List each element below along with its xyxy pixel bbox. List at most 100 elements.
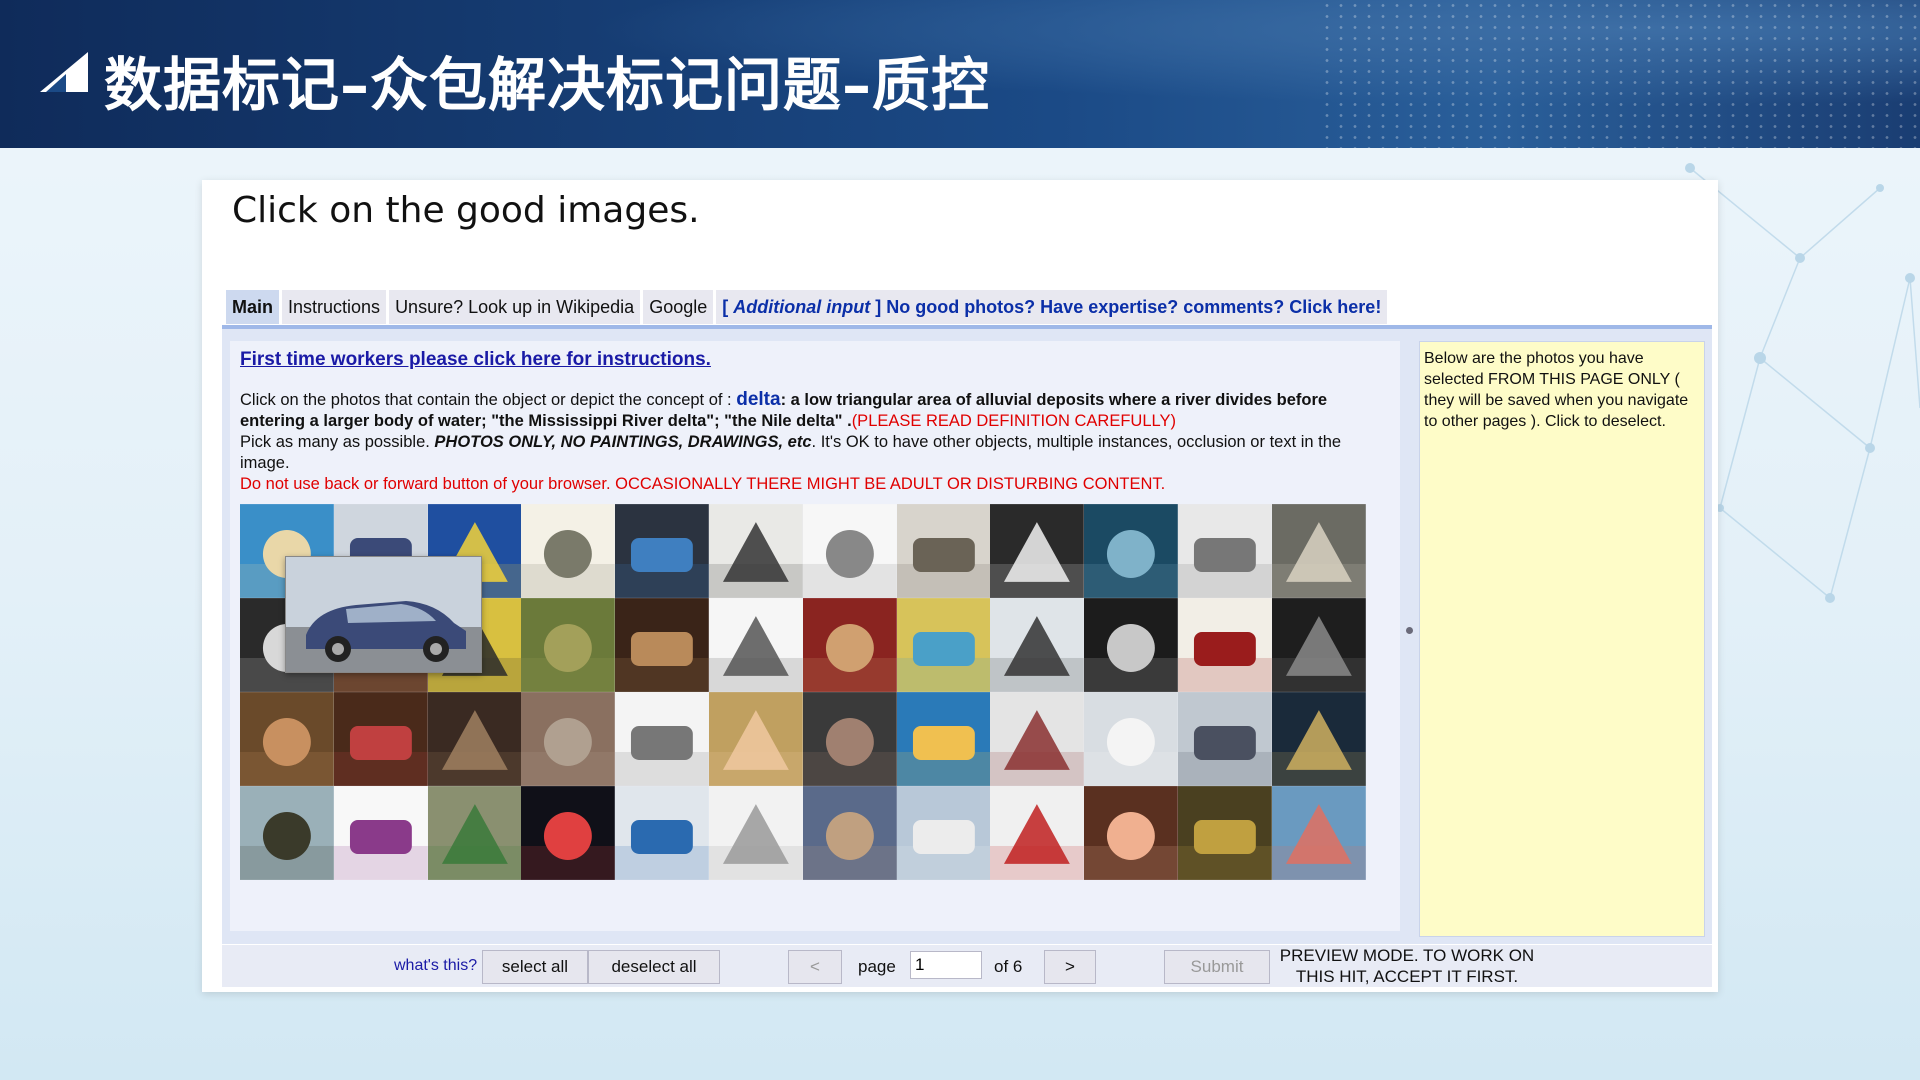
part-drawing-thumbnail[interactable] bbox=[708, 598, 803, 692]
flamingos-icon bbox=[1271, 786, 1366, 880]
banner-dot-pattern bbox=[1320, 0, 1920, 148]
rocket-nozzle-thumbnail[interactable] bbox=[802, 598, 897, 692]
page-number-input[interactable] bbox=[910, 951, 982, 979]
deselect-all-button[interactable]: deselect all bbox=[588, 950, 720, 984]
hendrix-thumbnail[interactable] bbox=[1271, 692, 1366, 786]
portrait-thumbnail[interactable] bbox=[1084, 786, 1178, 880]
factory-thumbnail[interactable] bbox=[1177, 692, 1272, 786]
selected-photos-note: Below are the photos you have selected F… bbox=[1424, 350, 1689, 430]
triangle-diagram-thumbnail[interactable] bbox=[521, 786, 616, 880]
map-icon bbox=[896, 598, 991, 692]
boat-thumbnail[interactable] bbox=[240, 786, 334, 880]
bw-photo-thumbnail[interactable] bbox=[1271, 598, 1366, 692]
sofa-thumbnail[interactable] bbox=[990, 786, 1085, 880]
engine-thumbnail[interactable] bbox=[615, 504, 709, 598]
main-panel: First time workers please click here for… bbox=[222, 325, 1712, 944]
white-car-icon bbox=[990, 504, 1085, 598]
room-icon bbox=[240, 692, 334, 786]
task-area: First time workers please click here for… bbox=[230, 341, 1400, 931]
shoes-thumbnail[interactable] bbox=[990, 598, 1085, 692]
rock-bar-thumbnail[interactable] bbox=[427, 692, 522, 786]
cutaway-thumbnail[interactable] bbox=[896, 504, 991, 598]
bw-photo-icon bbox=[1271, 598, 1366, 692]
vintage-car-thumbnail[interactable] bbox=[1084, 692, 1178, 786]
boat-icon bbox=[240, 786, 334, 880]
slide-title: 数据标记–众包解决标记问题–质控 bbox=[104, 51, 991, 119]
map-thumbnail[interactable] bbox=[896, 598, 991, 692]
part-drawing-icon bbox=[708, 598, 803, 692]
car-silver-thumbnail[interactable] bbox=[708, 786, 803, 880]
concept-word: delta bbox=[736, 389, 781, 410]
rocket-nozzle-icon bbox=[802, 598, 897, 692]
page-headline: Click on the good images. bbox=[232, 190, 700, 231]
dancer-thumbnail[interactable] bbox=[1177, 598, 1272, 692]
fields-thumbnail[interactable] bbox=[1177, 786, 1272, 880]
line-chart-thumbnail[interactable] bbox=[333, 786, 428, 880]
reeds-thumbnail[interactable] bbox=[521, 598, 616, 692]
restaurant-thumbnail[interactable] bbox=[615, 598, 709, 692]
cutaway-icon bbox=[896, 504, 991, 598]
whats-this-link[interactable]: what's this? bbox=[394, 957, 477, 975]
vintage-car-icon bbox=[1084, 692, 1178, 786]
cat-thumbnail[interactable] bbox=[1271, 504, 1366, 598]
select-all-button[interactable]: select all bbox=[482, 950, 588, 984]
triangle-diagram-icon bbox=[521, 786, 616, 880]
miami-poster-thumbnail[interactable] bbox=[896, 692, 991, 786]
aerial-delta-thumbnail[interactable] bbox=[521, 692, 616, 786]
tab-instructions[interactable]: Instructions bbox=[282, 290, 387, 324]
tab-main[interactable]: Main bbox=[226, 290, 280, 324]
diagram-icon bbox=[802, 504, 897, 598]
models-thumbnail[interactable] bbox=[990, 692, 1085, 786]
room-thumbnail[interactable] bbox=[240, 692, 334, 786]
resize-handle[interactable] bbox=[1406, 627, 1413, 634]
delta-aerial-thumbnail[interactable] bbox=[802, 786, 897, 880]
footer-bar: what's this? select all deselect all < p… bbox=[222, 945, 1712, 987]
machine-thumbnail[interactable] bbox=[427, 786, 522, 880]
airplane-tail-thumbnail[interactable] bbox=[615, 786, 709, 880]
bar-sign-thumbnail[interactable] bbox=[333, 692, 428, 786]
restaurant-icon bbox=[615, 598, 709, 692]
browser-warning: Do not use back or forward button of you… bbox=[240, 475, 1166, 493]
river-satellite-thumbnail[interactable] bbox=[1084, 504, 1178, 598]
prev-page-button[interactable]: < bbox=[788, 950, 842, 984]
building-thumbnail[interactable] bbox=[802, 692, 897, 786]
map-sketch-icon bbox=[521, 504, 616, 598]
tab-wikipedia[interactable]: Unsure? Look up in Wikipedia bbox=[389, 290, 641, 324]
woman-icon bbox=[708, 692, 803, 786]
additional-input-rest: ] No good photos? Have expertise? commen… bbox=[870, 296, 1382, 317]
manual-icon bbox=[615, 692, 709, 786]
hook-thumbnail[interactable] bbox=[1177, 504, 1272, 598]
map-sketch-thumbnail[interactable] bbox=[521, 504, 616, 598]
machine-icon bbox=[427, 786, 522, 880]
white-car-thumbnail[interactable] bbox=[990, 504, 1085, 598]
fields-icon bbox=[1177, 786, 1272, 880]
hook-icon bbox=[1177, 504, 1272, 598]
woman-thumbnail[interactable] bbox=[708, 692, 803, 786]
next-page-button[interactable]: > bbox=[1044, 950, 1096, 984]
photos-only-note: PHOTOS ONLY, NO PAINTINGS, DRAWINGS, etc bbox=[434, 433, 812, 451]
car-silver-icon bbox=[708, 786, 803, 880]
airplane-thumbnail[interactable] bbox=[896, 786, 991, 880]
tab-additional-input[interactable]: [ Additional input ] No good photos? Hav… bbox=[716, 290, 1388, 324]
submit-button[interactable]: Submit bbox=[1164, 950, 1270, 984]
bicycle-thumbnail[interactable] bbox=[708, 504, 803, 598]
silver-car-thumbnail[interactable] bbox=[1084, 598, 1178, 692]
triangle-icon bbox=[40, 52, 88, 92]
car-preview-icon bbox=[286, 557, 481, 672]
additional-bracket-open: [ bbox=[722, 296, 734, 317]
aerial-delta-icon bbox=[521, 692, 616, 786]
page-label: page bbox=[858, 957, 896, 976]
bar-sign-icon bbox=[333, 692, 428, 786]
tab-google[interactable]: Google bbox=[643, 290, 714, 324]
miami-poster-icon bbox=[896, 692, 991, 786]
tab-bar: Main Instructions Unsure? Look up in Wik… bbox=[226, 290, 1390, 324]
selected-photos-panel[interactable]: Below are the photos you have selected F… bbox=[1419, 341, 1705, 937]
task-instructions: Click on the photos that contain the obj… bbox=[240, 389, 1390, 495]
first-time-instructions-link[interactable]: First time workers please click here for… bbox=[240, 349, 711, 371]
slide-banner: 数据标记–众包解决标记问题–质控 bbox=[0, 0, 1920, 148]
flamingos-thumbnail[interactable] bbox=[1271, 786, 1366, 880]
manual-thumbnail[interactable] bbox=[615, 692, 709, 786]
diagram-thumbnail[interactable] bbox=[802, 504, 897, 598]
bicycle-icon bbox=[708, 504, 803, 598]
rock-bar-icon bbox=[427, 692, 522, 786]
